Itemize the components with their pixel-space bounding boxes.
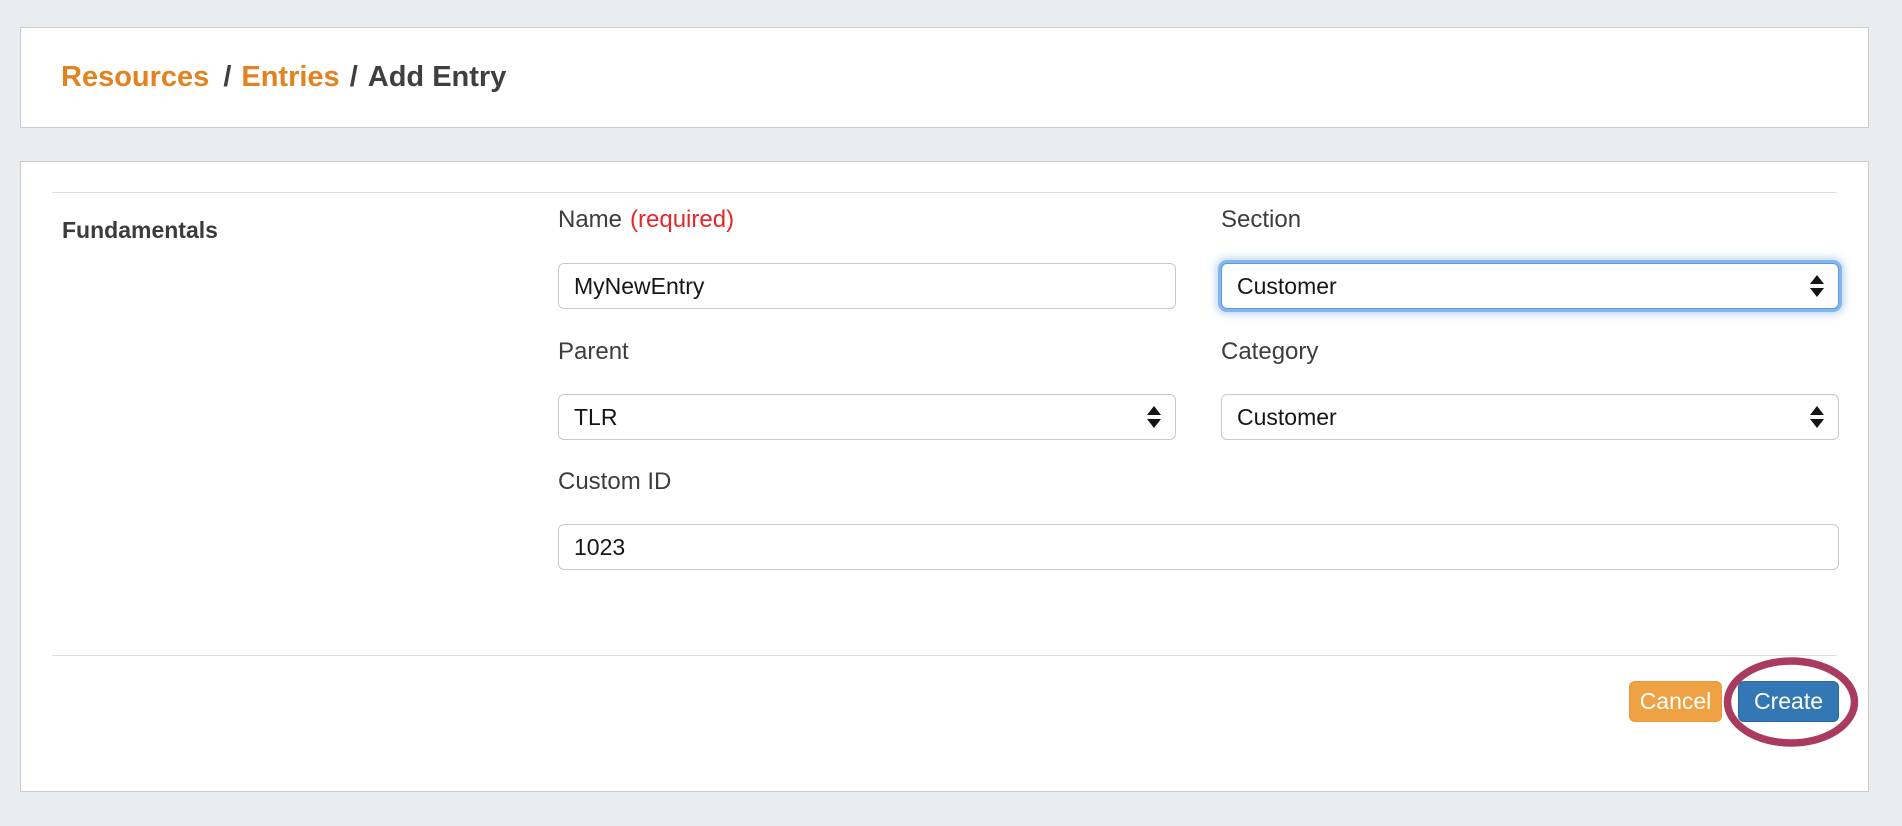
bottom-divider <box>52 655 1837 656</box>
section-select-value: Customer <box>1237 273 1337 300</box>
category-field-label: Category <box>1221 338 1318 366</box>
required-note: (required) <box>630 206 734 233</box>
custom-id-input[interactable] <box>558 524 1839 570</box>
select-updown-icon <box>1810 275 1824 297</box>
breadcrumb-current-page: Add Entry <box>368 61 507 94</box>
category-select-value: Customer <box>1237 404 1337 431</box>
category-select[interactable]: Customer <box>1221 394 1839 440</box>
section-heading-fundamentals: Fundamentals <box>62 217 218 244</box>
breadcrumb-link-resources[interactable]: Resources <box>61 61 209 94</box>
breadcrumb-separator: / <box>350 61 358 94</box>
section-select[interactable]: Customer <box>1221 263 1839 309</box>
select-updown-icon <box>1810 406 1824 428</box>
section-field-label: Section <box>1221 206 1301 234</box>
name-field-label: Name (required) <box>558 206 734 234</box>
breadcrumb-link-entries[interactable]: Entries <box>241 61 339 94</box>
breadcrumb: Resources / Entries / Add Entry <box>21 61 506 94</box>
top-divider <box>52 192 1837 193</box>
breadcrumb-separator: / <box>223 61 231 94</box>
custom-id-field-label: Custom ID <box>558 468 671 496</box>
name-input[interactable] <box>558 263 1176 309</box>
breadcrumb-panel: Resources / Entries / Add Entry <box>20 27 1869 128</box>
parent-select-value: TLR <box>574 404 617 431</box>
name-label-text: Name <box>558 206 622 233</box>
cancel-button[interactable]: Cancel <box>1629 681 1722 722</box>
parent-select[interactable]: TLR <box>558 394 1176 440</box>
parent-field-label: Parent <box>558 338 629 366</box>
add-entry-form-panel: Fundamentals Name (required) Section Cust… <box>20 161 1869 792</box>
create-button[interactable]: Create <box>1738 681 1839 722</box>
select-updown-icon <box>1147 406 1161 428</box>
